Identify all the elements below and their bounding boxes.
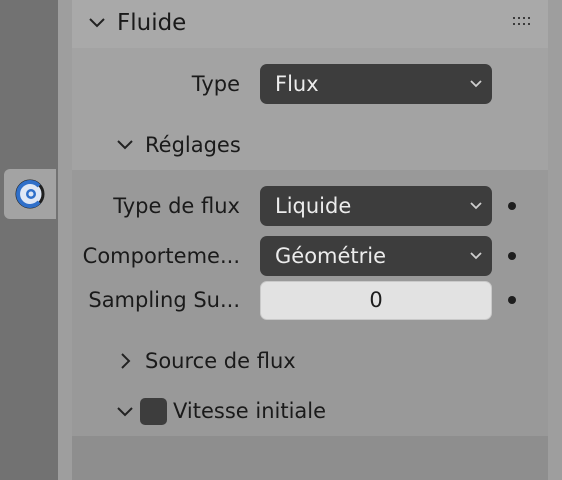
- behavior-dropdown-value: Géométrie: [275, 244, 387, 268]
- chevron-down-icon: [470, 202, 482, 210]
- scrollbar-track[interactable]: [548, 0, 562, 480]
- sampling-label: Sampling Su...: [88, 288, 240, 312]
- behavior-dropdown[interactable]: Géométrie: [260, 236, 492, 276]
- flow-type-label: Type de flux: [113, 194, 240, 218]
- keyframe-dot[interactable]: [508, 296, 516, 304]
- flow-type-dropdown-value: Liquide: [275, 194, 352, 218]
- properties-tab-strip: [0, 0, 58, 480]
- chevron-down-icon[interactable]: [115, 135, 135, 155]
- behavior-label: Comporteme...: [82, 244, 240, 268]
- grip-dots-icon[interactable]: [512, 16, 534, 28]
- chevron-down-icon: [470, 252, 482, 260]
- sampling-number-field[interactable]: 0: [260, 281, 492, 320]
- initial-velocity-subpanel-body: [72, 436, 548, 480]
- chevron-down-icon: [470, 80, 482, 88]
- tab-fluid-physics[interactable]: [4, 169, 56, 219]
- initial-velocity-checkbox[interactable]: [140, 398, 167, 425]
- panel-gutter: [58, 0, 72, 480]
- chevron-down-icon[interactable]: [115, 402, 135, 422]
- panel-title: Fluide: [117, 10, 187, 36]
- settings-subpanel-title[interactable]: Réglages: [145, 132, 241, 158]
- fluid-physics-icon: [15, 179, 45, 209]
- keyframe-dot[interactable]: [508, 202, 516, 210]
- flow-source-subpanel-title[interactable]: Source de flux: [145, 348, 296, 374]
- type-dropdown-value: Flux: [275, 72, 319, 96]
- type-dropdown[interactable]: Flux: [260, 64, 492, 104]
- type-label: Type: [191, 72, 240, 96]
- flow-type-dropdown[interactable]: Liquide: [260, 186, 492, 226]
- chevron-down-icon[interactable]: [87, 13, 107, 33]
- chevron-right-icon[interactable]: [115, 351, 135, 371]
- initial-velocity-subpanel-title[interactable]: Vitesse initiale: [173, 398, 326, 424]
- keyframe-dot[interactable]: [508, 252, 516, 260]
